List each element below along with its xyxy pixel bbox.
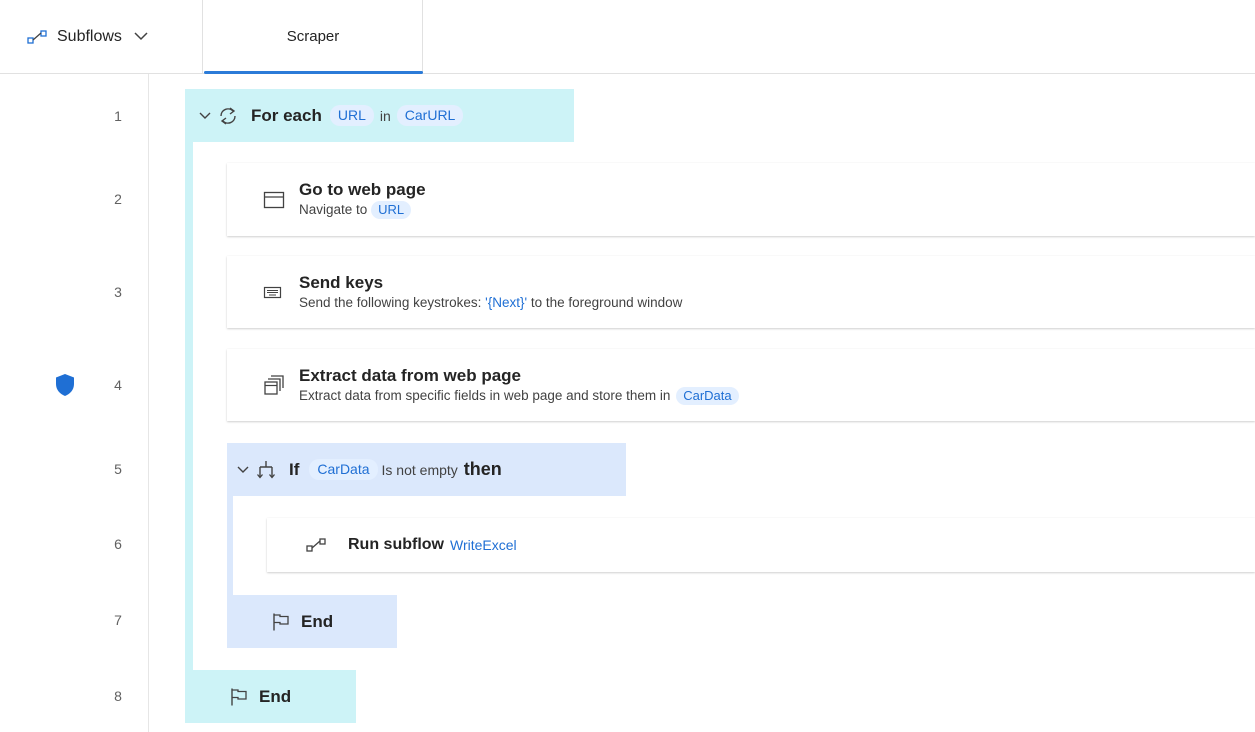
subflow-name-link[interactable]: WriteExcel bbox=[450, 537, 517, 553]
line-number[interactable]: 7 bbox=[100, 612, 136, 628]
extract-data-action[interactable]: Extract data from web page Extract data … bbox=[227, 349, 1255, 421]
condition-variable-pill[interactable]: CarData bbox=[309, 459, 378, 480]
collection-variable-pill[interactable]: CarURL bbox=[396, 105, 464, 126]
extract-data-icon bbox=[263, 374, 299, 396]
flag-icon bbox=[229, 687, 249, 707]
line-number[interactable]: 2 bbox=[100, 191, 136, 207]
active-tab-indicator bbox=[204, 71, 423, 74]
line-number[interactable]: 6 bbox=[100, 536, 136, 552]
action-description: Send the following keystrokes: '{Next}' … bbox=[299, 294, 682, 312]
branch-icon bbox=[255, 459, 289, 481]
subflow-icon bbox=[306, 537, 348, 553]
then-keyword: then bbox=[463, 459, 502, 479]
line-number[interactable]: 5 bbox=[100, 461, 136, 477]
keyboard-icon bbox=[263, 285, 299, 299]
tab-bar: Subflows Scraper bbox=[0, 0, 1255, 74]
run-subflow-action[interactable]: Run subflow WriteExcel bbox=[267, 518, 1255, 572]
action-title: Extract data from web page bbox=[299, 365, 522, 385]
collapse-chevron-icon[interactable] bbox=[237, 466, 255, 474]
if-keyword: If bbox=[289, 459, 300, 479]
browser-window-icon bbox=[263, 190, 299, 210]
action-title: Run subflow bbox=[348, 536, 444, 553]
action-description: Navigate to URL bbox=[299, 201, 426, 219]
loop-variable-pill[interactable]: URL bbox=[329, 105, 374, 126]
description-text: Extract data from specific fields in web… bbox=[299, 387, 671, 403]
for-each-keyword: For each bbox=[251, 105, 322, 125]
line-number[interactable]: 3 bbox=[100, 284, 136, 300]
in-keyword: in bbox=[379, 107, 391, 124]
go-to-web-page-action[interactable]: Go to web page Navigate to URL bbox=[227, 163, 1255, 236]
description-text: Navigate to bbox=[299, 202, 368, 217]
flag-icon bbox=[271, 612, 291, 632]
subflows-label: Subflows bbox=[57, 27, 122, 45]
loop-icon bbox=[217, 106, 251, 126]
subflow-icon bbox=[27, 29, 57, 45]
output-variable-pill[interactable]: CarData bbox=[676, 386, 739, 405]
for-each-action[interactable]: For each URL in CarURL bbox=[185, 89, 574, 142]
condition-operator: Is not empty bbox=[381, 461, 458, 478]
end-keyword: End bbox=[259, 686, 292, 706]
line-number[interactable]: 4 bbox=[100, 377, 136, 393]
gutter-divider bbox=[148, 74, 149, 732]
if-scope-rail bbox=[227, 495, 233, 597]
keystrokes-value: '{Next}' bbox=[485, 294, 528, 310]
line-number[interactable]: 8 bbox=[100, 688, 136, 704]
action-description: Extract data from specific fields in web… bbox=[299, 386, 739, 405]
if-end-action[interactable]: End bbox=[227, 595, 397, 648]
description-suffix: to the foreground window bbox=[530, 294, 683, 310]
url-variable-pill[interactable]: URL bbox=[371, 201, 412, 219]
tab-scraper-label: Scraper bbox=[286, 28, 340, 45]
action-title: Go to web page bbox=[299, 180, 426, 199]
breakpoint-shield-icon[interactable] bbox=[54, 373, 76, 402]
loop-scope-rail bbox=[185, 140, 193, 680]
end-keyword: End bbox=[301, 611, 334, 631]
send-keys-action[interactable]: Send keys Send the following keystrokes:… bbox=[227, 256, 1255, 328]
chevron-down-icon bbox=[134, 32, 148, 41]
collapse-chevron-icon[interactable] bbox=[199, 112, 217, 120]
if-action[interactable]: If CarData Is not empty then bbox=[227, 443, 626, 496]
loop-end-action[interactable]: End bbox=[185, 670, 356, 723]
description-text: Send the following keystrokes: bbox=[299, 294, 482, 310]
line-number[interactable]: 1 bbox=[100, 108, 136, 124]
subflows-dropdown[interactable]: Subflows bbox=[0, 0, 203, 73]
action-title: Send keys bbox=[299, 272, 384, 292]
tab-scraper[interactable]: Scraper bbox=[204, 0, 423, 74]
